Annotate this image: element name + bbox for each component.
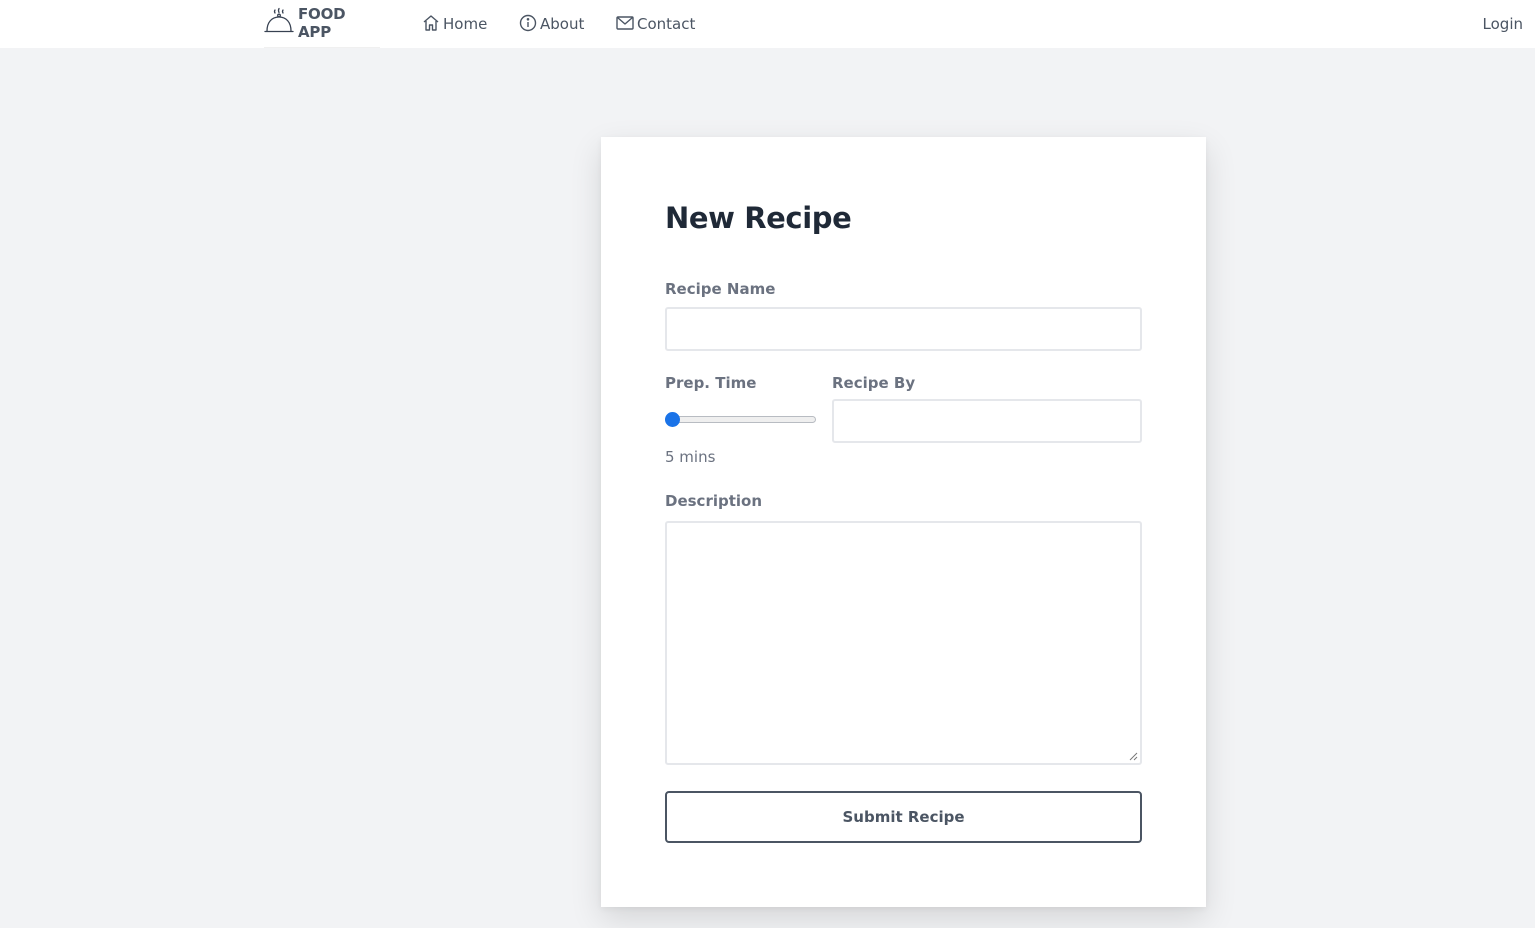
recipe-by-input[interactable] [832, 399, 1142, 443]
description-label: Description [665, 492, 763, 510]
resize-grip-icon[interactable] [1129, 752, 1138, 761]
login-link[interactable]: Login [1483, 0, 1523, 48]
prep-time-value: 5 mins [665, 448, 716, 466]
recipe-name-input[interactable] [665, 307, 1142, 351]
cloche-icon [264, 7, 294, 35]
mail-icon [616, 16, 634, 30]
prep-time-slider-thumb[interactable] [665, 412, 680, 427]
nav-contact-label: Contact [637, 15, 696, 33]
description-textarea[interactable] [665, 521, 1142, 765]
top-navbar: FOOD APP Home About Contact Login [0, 0, 1535, 48]
brand-link[interactable]: FOOD APP [264, 0, 380, 48]
home-icon [423, 15, 439, 31]
prep-time-slider-track[interactable] [665, 416, 816, 423]
nav-home-label: Home [443, 15, 488, 33]
nav-home-link[interactable]: Home [421, 0, 487, 48]
nav-about-label: About [540, 15, 585, 33]
page-title: New Recipe [665, 201, 852, 235]
info-icon [519, 14, 537, 32]
new-recipe-card: New Recipe Recipe Name Prep. Time 5 mins… [601, 137, 1206, 907]
nav-contact-link[interactable]: Contact [615, 0, 695, 48]
brand-name: FOOD APP [298, 5, 346, 41]
recipe-name-label: Recipe Name [665, 280, 776, 298]
prep-time-label: Prep. Time [665, 374, 757, 392]
submit-recipe-button[interactable]: Submit Recipe [665, 791, 1142, 843]
recipe-by-label: Recipe By [832, 374, 916, 392]
nav-about-link[interactable]: About [518, 0, 584, 48]
